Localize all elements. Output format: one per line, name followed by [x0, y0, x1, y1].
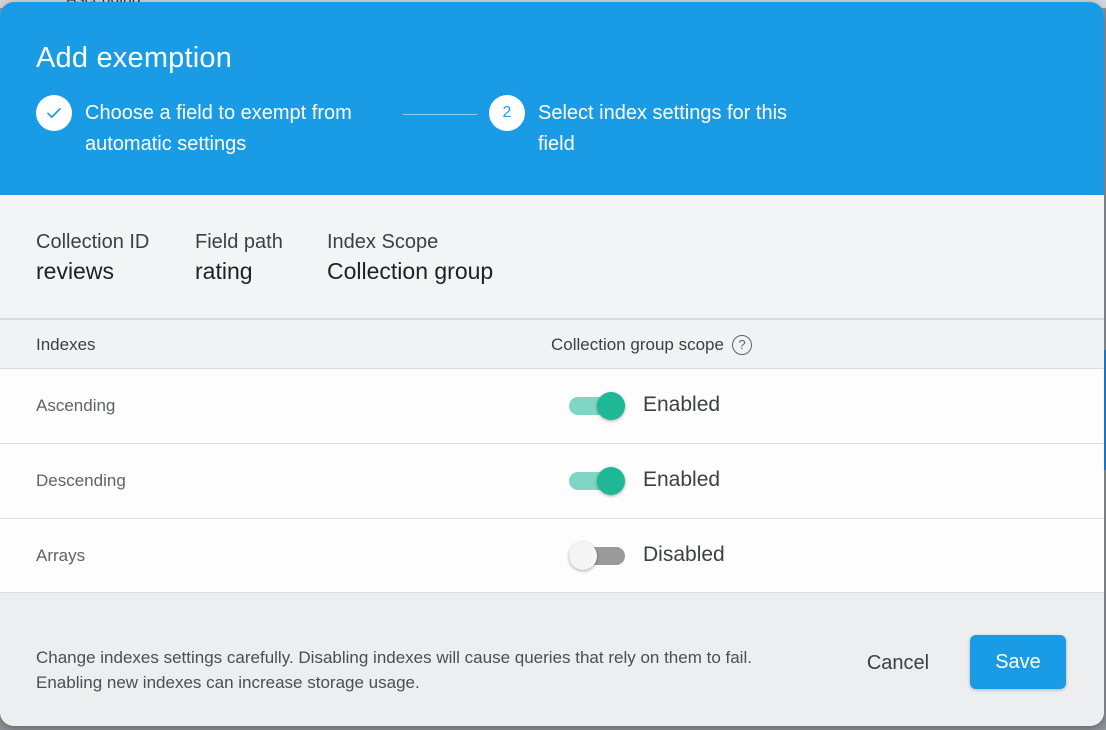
warning-note: Change indexes settings carefully. Disab…	[36, 645, 826, 695]
step-1: Choose a field to exempt from automatic …	[36, 95, 395, 160]
index-name: Descending	[36, 471, 126, 490]
ascending-toggle[interactable]	[569, 392, 625, 420]
index-scope-label: Index Scope	[327, 231, 439, 253]
arrays-toggle[interactable]	[569, 542, 625, 570]
index-scope-value: Collection group	[327, 258, 494, 284]
step-2-number: 2	[489, 95, 525, 131]
table-row: Descending Enabled	[0, 444, 1104, 519]
save-button[interactable]: Save	[970, 635, 1066, 689]
toggle-knob	[569, 542, 597, 570]
warning-note-line-2: Enabling new indexes can increase storag…	[36, 673, 420, 692]
check-icon	[36, 95, 72, 131]
dialog-title: Add exemption	[36, 42, 233, 74]
step-2-label: Select index settings for this field	[538, 102, 788, 155]
collection-id-label: Collection ID	[36, 231, 150, 253]
dialog-footer: Change indexes settings carefully. Disab…	[0, 592, 1104, 726]
toggle-knob	[597, 392, 625, 420]
collection-id-field: Collection ID reviews	[36, 231, 149, 285]
field-path-field: Field path rating	[195, 231, 283, 285]
add-exemption-dialog: Add exemption Choose a field to exempt f…	[0, 2, 1104, 726]
index-name: Arrays	[36, 546, 86, 565]
index-state: Enabled	[643, 393, 721, 416]
table-row: Arrays Disabled	[0, 519, 1104, 594]
scope-column-header: Collection group scope?	[551, 335, 752, 355]
step-2: 2 Select index settings for this field	[489, 95, 828, 160]
indexes-table-header: Indexes Collection group scope?	[0, 318, 1104, 369]
index-state: Disabled	[643, 543, 725, 566]
check-icon-svg	[47, 108, 61, 118]
index-name: Ascending	[36, 396, 116, 415]
field-summary: Collection ID reviews Field path rating …	[0, 195, 1104, 317]
table-row: Ascending Enabled	[0, 369, 1104, 444]
index-scope-field: Index Scope Collection group	[327, 231, 493, 285]
descending-toggle[interactable]	[569, 467, 625, 495]
scope-column-label: Collection group scope	[551, 335, 724, 354]
field-path-label: Field path	[195, 231, 283, 253]
dialog-header: Add exemption Choose a field to exempt f…	[0, 2, 1104, 195]
help-circle-icon[interactable]: ?	[731, 335, 752, 355]
step-connector	[403, 114, 477, 115]
collection-id-value: reviews	[36, 258, 114, 284]
indexes-column-header: Indexes	[36, 335, 96, 354]
toggle-knob	[597, 467, 625, 495]
warning-note-line-1: Change indexes settings carefully. Disab…	[36, 648, 752, 667]
cancel-button[interactable]: Cancel	[848, 637, 948, 689]
step-1-label: Choose a field to exempt from automatic …	[85, 102, 352, 155]
field-path-value: rating	[195, 258, 253, 284]
index-state: Enabled	[643, 468, 721, 491]
